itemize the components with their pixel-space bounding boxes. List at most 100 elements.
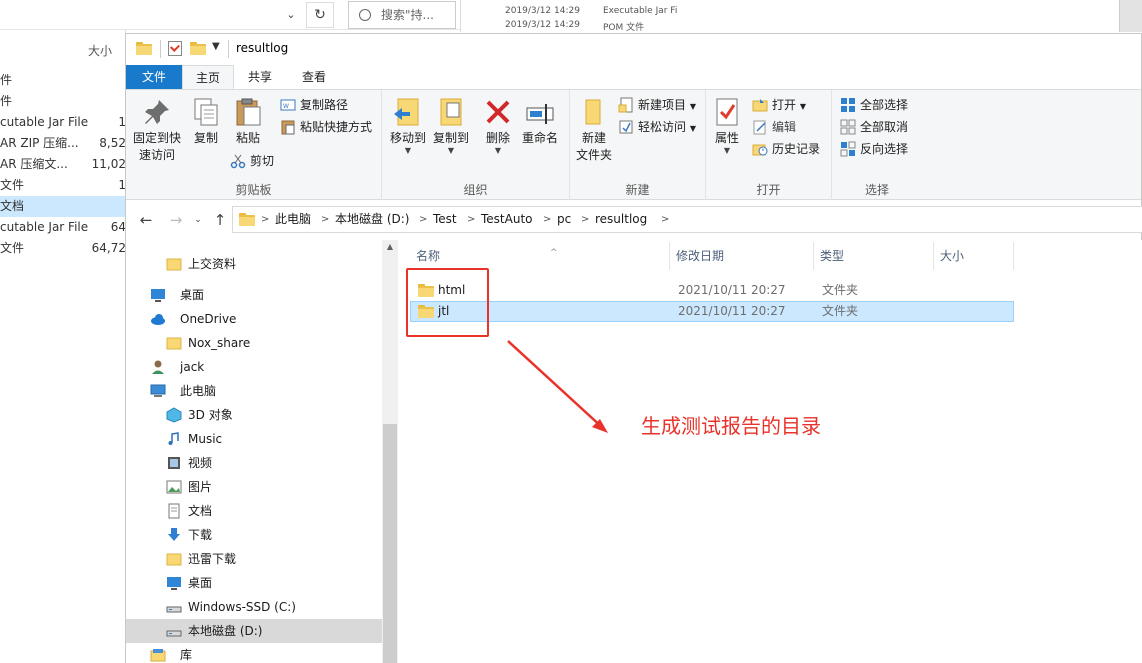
refresh-button[interactable]: ↻ bbox=[306, 2, 334, 28]
breadcrumb-separator[interactable]: > bbox=[467, 207, 475, 232]
background-row: 件 bbox=[0, 94, 13, 108]
file-row[interactable]: html 2021/10/11 20:27 文件夹 bbox=[410, 280, 1014, 301]
rename-button[interactable]: 重命名 bbox=[518, 96, 562, 147]
picture-icon bbox=[166, 479, 182, 495]
nav-item[interactable]: 库 bbox=[126, 643, 382, 663]
cloud-icon bbox=[150, 311, 166, 327]
breadcrumb-test[interactable]: Test bbox=[433, 207, 457, 232]
breadcrumb-separator[interactable]: > bbox=[581, 207, 589, 232]
nav-item[interactable]: 3D 对象 bbox=[126, 403, 382, 427]
nav-item[interactable]: jack bbox=[126, 355, 382, 379]
column-header-name[interactable]: 名称 ^ bbox=[410, 242, 670, 270]
new-item-button[interactable]: 新建项目 ▼ bbox=[618, 94, 696, 116]
paste-button[interactable]: 粘贴 bbox=[228, 96, 268, 147]
background-search-input[interactable]: 搜索"持... bbox=[348, 1, 456, 29]
tab-home[interactable]: 主页 bbox=[182, 65, 234, 89]
nav-item[interactable]: 桌面 bbox=[126, 283, 382, 307]
pin-quick-access-button[interactable]: 固定到快 速访问 bbox=[132, 96, 182, 164]
copy-to-icon bbox=[435, 96, 467, 128]
select-all-icon bbox=[840, 97, 856, 113]
file-type: 文件夹 bbox=[822, 283, 859, 297]
file-modified: 2021/10/11 20:27 bbox=[678, 283, 786, 297]
document-icon bbox=[166, 503, 182, 519]
breadcrumb-separator[interactable]: > bbox=[543, 207, 551, 232]
file-type: 文件夹 bbox=[822, 304, 859, 318]
properties-quick-icon[interactable] bbox=[168, 41, 182, 56]
breadcrumb-separator[interactable]: > bbox=[321, 207, 329, 232]
forward-button[interactable]: → bbox=[166, 210, 186, 230]
edit-button[interactable]: 编辑 bbox=[752, 116, 796, 138]
open-button[interactable]: 打开 ▼ bbox=[752, 94, 806, 116]
address-bar[interactable]: > 此电脑 > 本地磁盘 (D:) > Test > TestAuto > pc… bbox=[232, 206, 1142, 233]
paste-shortcut-button[interactable]: 粘贴快捷方式 bbox=[280, 116, 372, 138]
nav-scrollbar[interactable]: ▲ bbox=[382, 240, 398, 663]
back-button[interactable]: ← bbox=[136, 210, 156, 230]
tab-file[interactable]: 文件 bbox=[126, 65, 182, 89]
breadcrumb-drive-d[interactable]: 本地磁盘 (D:) bbox=[335, 207, 409, 232]
nav-item-label: OneDrive bbox=[180, 312, 237, 326]
move-to-button[interactable]: 移动到 ▼ bbox=[386, 96, 430, 155]
new-folder-icon bbox=[578, 96, 610, 128]
address-toolbar: ← → ⌄ ↑ > 此电脑 > 本地磁盘 (D:) > Test > TestA… bbox=[126, 200, 1142, 240]
breadcrumb-testauto[interactable]: TestAuto bbox=[481, 207, 533, 232]
search-icon bbox=[359, 9, 371, 21]
nav-item[interactable]: 图片 bbox=[126, 475, 382, 499]
nav-item-label: 图片 bbox=[188, 480, 213, 494]
nav-item[interactable]: 文档 bbox=[126, 499, 382, 523]
copy-button[interactable]: 复制 bbox=[186, 96, 226, 147]
new-folder-quick-icon[interactable] bbox=[190, 42, 206, 55]
nav-item[interactable]: OneDrive bbox=[126, 307, 382, 331]
easy-access-button[interactable]: 轻松访问 ▼ bbox=[618, 116, 696, 138]
properties-button[interactable]: 属性 ▼ bbox=[710, 96, 744, 155]
breadcrumb-this-pc[interactable]: 此电脑 bbox=[275, 207, 311, 232]
scissors-icon bbox=[230, 153, 246, 169]
nav-item-label: 文档 bbox=[188, 504, 213, 518]
tab-share[interactable]: 共享 bbox=[234, 65, 286, 89]
background-date: 2019/3/12 14:29 bbox=[505, 20, 580, 30]
column-header-modified[interactable]: 修改日期 bbox=[670, 242, 814, 270]
title-bar: ▼ resultlog bbox=[126, 34, 1141, 65]
new-folder-button[interactable]: 新建 文件夹 bbox=[572, 96, 616, 164]
breadcrumb-separator[interactable]: > bbox=[261, 207, 269, 232]
tab-view[interactable]: 查看 bbox=[286, 65, 342, 89]
invert-selection-button[interactable]: 反向选择 bbox=[840, 138, 908, 160]
breadcrumb-separator[interactable]: > bbox=[661, 207, 669, 232]
nav-item[interactable]: 上交资料 bbox=[126, 252, 382, 276]
column-header-type[interactable]: 类型 bbox=[814, 242, 934, 270]
up-button[interactable]: ↑ bbox=[210, 210, 230, 230]
copy-path-icon: W bbox=[280, 97, 296, 113]
select-all-button[interactable]: 全部选择 bbox=[840, 94, 908, 116]
delete-button[interactable]: 删除 ▼ bbox=[480, 96, 516, 155]
folder-icon bbox=[136, 42, 152, 55]
cut-button[interactable]: 剪切 bbox=[230, 150, 274, 172]
select-none-icon bbox=[840, 119, 856, 135]
delete-icon bbox=[482, 96, 514, 128]
nav-item[interactable]: 视频 bbox=[126, 451, 382, 475]
select-none-button[interactable]: 全部取消 bbox=[840, 116, 908, 138]
paste-shortcut-icon bbox=[280, 119, 296, 135]
nav-item[interactable]: 下载 bbox=[126, 523, 382, 547]
scroll-up-icon[interactable]: ▲ bbox=[382, 242, 398, 251]
nav-item-label: 桌面 bbox=[180, 288, 205, 302]
copy-to-button[interactable]: 复制到 ▼ bbox=[430, 96, 472, 155]
nav-item[interactable]: 本地磁盘 (D:) bbox=[126, 619, 382, 643]
copy-path-button[interactable]: W 复制路径 bbox=[280, 94, 348, 116]
breadcrumb-separator[interactable]: > bbox=[419, 207, 427, 232]
nav-item[interactable]: Nox_share bbox=[126, 331, 382, 355]
breadcrumb-resultlog[interactable]: resultlog bbox=[595, 207, 647, 232]
nav-item[interactable]: 此电脑 bbox=[126, 379, 382, 403]
column-header-size[interactable]: 大小 bbox=[934, 242, 1014, 270]
nav-item[interactable]: Windows-SSD (C:) bbox=[126, 595, 382, 619]
customize-quick-access-icon[interactable]: ▼ bbox=[212, 41, 220, 52]
chevron-down-icon[interactable]: ⌄ bbox=[282, 6, 300, 24]
breadcrumb-pc[interactable]: pc bbox=[557, 207, 571, 232]
nav-item[interactable]: 迅雷下载 bbox=[126, 547, 382, 571]
scroll-thumb[interactable] bbox=[383, 424, 397, 663]
recent-locations-button[interactable]: ⌄ bbox=[188, 210, 208, 230]
nav-item[interactable]: Music bbox=[126, 427, 382, 451]
user-icon bbox=[150, 359, 166, 375]
nav-item[interactable]: 桌面 bbox=[126, 571, 382, 595]
explorer-window: ▼ resultlog 文件 主页 共享 查看 固定到快 速访问 复制 粘贴 W… bbox=[125, 33, 1142, 663]
history-button[interactable]: 历史记录 bbox=[752, 138, 820, 160]
file-row[interactable]: jtl 2021/10/11 20:27 文件夹 bbox=[410, 301, 1014, 322]
